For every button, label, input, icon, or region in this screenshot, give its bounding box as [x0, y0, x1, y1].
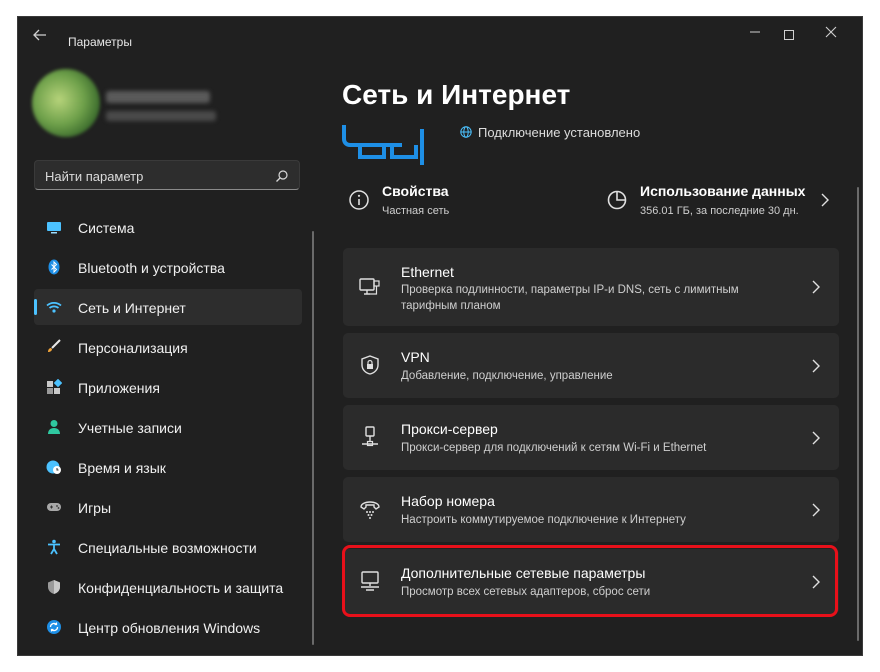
sidebar-item-label: Игры [78, 500, 112, 516]
bluetooth-icon [48, 259, 60, 275]
apps-icon [47, 379, 62, 394]
sidebar-item-label: Bluetooth и устройства [78, 260, 225, 276]
connection-status-text: Подключение установлено [478, 125, 641, 140]
search-input[interactable] [45, 168, 265, 184]
sidebar-item-label: Время и язык [78, 460, 166, 476]
maximize-button[interactable] [772, 23, 806, 45]
highlight-annotation [342, 545, 838, 617]
chevron-right-icon [812, 280, 820, 294]
card-ethernet[interactable]: Ethernet Проверка подлинности, параметры… [343, 248, 839, 326]
data-usage-title: Использование данных [640, 183, 806, 199]
sidebar-item-apps[interactable]: Приложения [34, 369, 302, 405]
minimize-button[interactable] [738, 23, 772, 45]
content-scrollbar[interactable] [857, 187, 859, 641]
card-subtitle: Добавление, подключение, управление [401, 370, 613, 382]
user-name-blurred [106, 91, 210, 103]
sidebar-item-privacy[interactable]: Конфиденциальность и защита [34, 569, 302, 605]
data-usage-subtitle: 356.01 ГБ, за последние 30 дн. [640, 205, 799, 217]
card-title: Прокси-сервер [401, 421, 498, 437]
connection-status: Подключение установлено [460, 125, 640, 140]
sidebar-item-accounts[interactable]: Учетные записи [34, 409, 302, 445]
properties-title: Свойства [382, 183, 449, 199]
info-icon [349, 190, 369, 210]
card-proxy[interactable]: Прокси-сервер Прокси-сервер для подключе… [343, 405, 839, 470]
properties-subtitle: Частная сеть [382, 205, 450, 217]
monitor-icon [47, 222, 61, 234]
sidebar-scrollbar[interactable] [312, 231, 314, 645]
card-title: Ethernet [401, 264, 454, 280]
user-email-blurred [106, 111, 216, 121]
card-vpn[interactable]: VPN Добавление, подключение, управление [343, 333, 839, 398]
title-bar: Параметры [18, 17, 862, 51]
sidebar-item-windows-update[interactable]: Центр обновления Windows [34, 609, 302, 645]
sidebar-item-label: Специальные возможности [78, 540, 257, 556]
sidebar-item-personalization[interactable]: Персонализация [34, 329, 302, 365]
chevron-right-icon [812, 431, 820, 445]
sidebar-item-system[interactable]: Система [34, 209, 302, 245]
dialup-icon [360, 501, 380, 519]
sidebar-item-time-language[interactable]: Время и язык [34, 449, 302, 485]
chevron-right-icon [812, 503, 820, 517]
settings-window: Параметры Система [17, 16, 863, 656]
properties-link[interactable]: Свойства Частная сеть [349, 183, 450, 219]
card-subtitle: Проверка подлинности, параметры IP-и DNS… [401, 284, 739, 312]
sidebar-nav: Система Bluetooth и устройства Сеть и Ин… [34, 209, 302, 649]
card-subtitle: Настроить коммутируемое подключение к Ин… [401, 514, 686, 526]
sidebar-item-label: Сеть и Интернет [78, 300, 186, 316]
brush-icon [48, 339, 61, 352]
sidebar-item-label: Персонализация [78, 340, 188, 356]
back-arrow-icon[interactable] [32, 27, 52, 43]
sidebar-item-network[interactable]: Сеть и Интернет [34, 289, 302, 325]
user-avatar[interactable] [32, 69, 100, 137]
ethernet-network-illustration [342, 125, 424, 165]
card-title: Набор номера [401, 493, 495, 509]
search-icon[interactable] [275, 169, 289, 183]
person-icon [48, 420, 60, 434]
card-dialup[interactable]: Набор номера Настроить коммутируемое под… [343, 477, 839, 542]
sidebar-item-label: Конфиденциальность и защита [78, 580, 284, 596]
shield-icon [48, 580, 60, 594]
sidebar-item-label: Центр обновления Windows [78, 620, 261, 636]
card-subtitle: Прокси-сервер для подключений к сетям Wi… [401, 442, 707, 454]
sidebar-item-label: Учетные записи [78, 420, 182, 436]
vpn-shield-icon [361, 355, 379, 375]
sidebar-item-label: Приложения [78, 380, 160, 396]
update-icon [47, 620, 61, 634]
ethernet-icon [359, 278, 380, 295]
proxy-icon [362, 426, 378, 447]
globe-icon [460, 126, 472, 138]
data-usage-link[interactable]: Использование данных 356.01 ГБ, за после… [607, 183, 806, 219]
sidebar-item-accessibility[interactable]: Специальные возможности [34, 529, 302, 565]
gamepad-icon [47, 503, 61, 511]
sidebar-item-gaming[interactable]: Игры [34, 489, 302, 525]
wifi-icon [46, 301, 62, 313]
app-title: Параметры [68, 35, 132, 49]
search-box[interactable] [34, 160, 300, 190]
sidebar-item-label: Система [78, 220, 135, 236]
close-button[interactable] [814, 23, 848, 45]
card-title: VPN [401, 349, 430, 365]
sidebar-item-bluetooth[interactable]: Bluetooth и устройства [34, 249, 302, 285]
chevron-right-icon [812, 359, 820, 373]
globe-clock-icon [46, 460, 61, 474]
data-usage-icon [607, 190, 627, 210]
chevron-right-icon[interactable] [820, 193, 830, 207]
page-title: Сеть и Интернет [342, 79, 571, 110]
accessibility-icon [48, 539, 60, 555]
maximize-icon [784, 29, 794, 40]
